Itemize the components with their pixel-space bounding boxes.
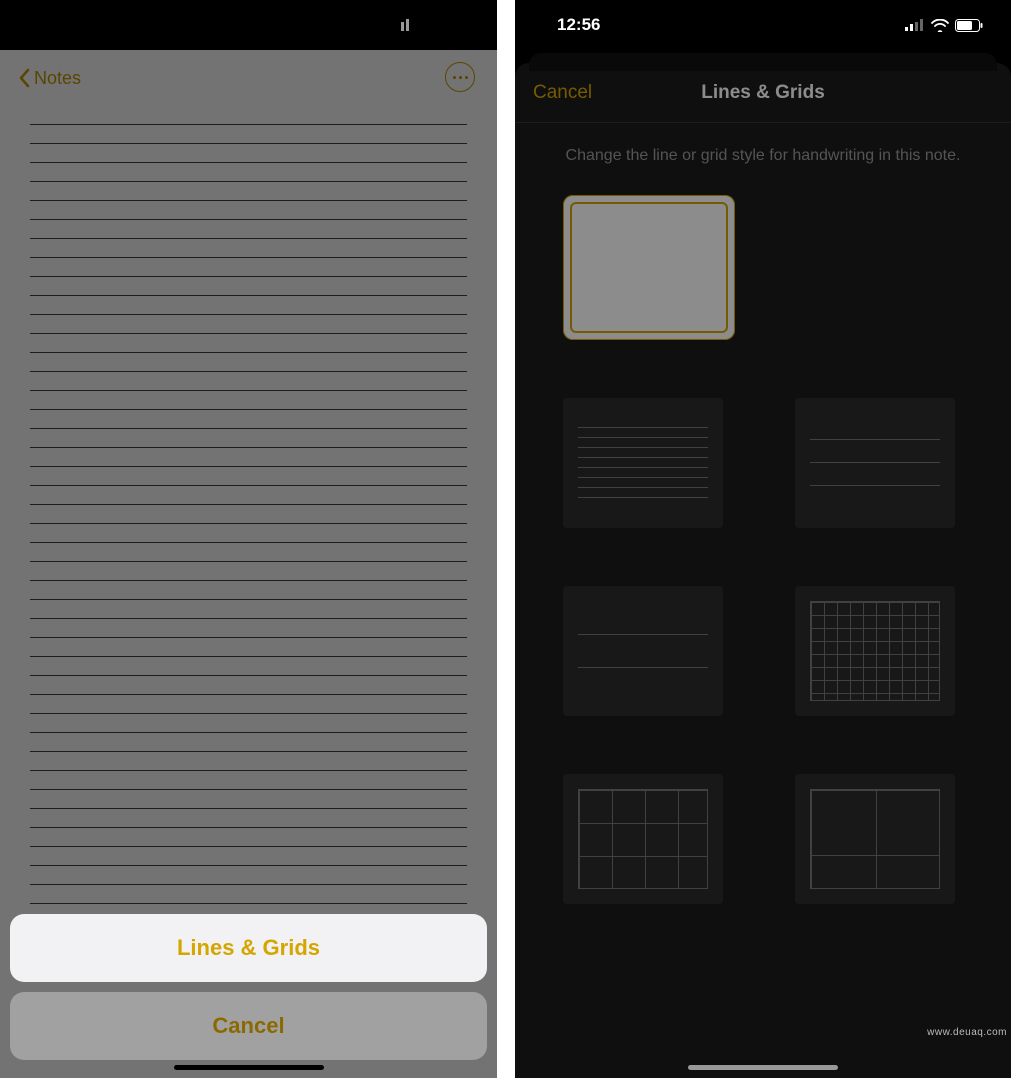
back-button[interactable]: Notes: [18, 68, 81, 89]
home-indicator: [174, 1065, 324, 1070]
status-icons: [391, 19, 469, 32]
lines-medium-preview: [578, 634, 708, 668]
cancel-button[interactable]: Cancel: [10, 992, 487, 1060]
lines-narrow-preview: [578, 427, 708, 498]
option-lines-medium[interactable]: [563, 586, 723, 716]
battery-icon: [441, 19, 469, 32]
option-lines-wide[interactable]: [795, 398, 955, 528]
back-label: Notes: [34, 68, 81, 89]
sheet-description: Change the line or grid style for handwr…: [515, 123, 1011, 195]
signal-icon: [391, 19, 411, 31]
blank-preview: [570, 202, 728, 333]
action-sheet: Lines & Grids Cancel: [10, 914, 487, 1060]
lines-wide-preview: [810, 439, 940, 486]
sheet-title: Lines & Grids: [701, 82, 825, 104]
option-grid-large[interactable]: [795, 774, 955, 904]
home-indicator: [688, 1065, 838, 1070]
grid-medium-preview: [578, 789, 708, 889]
ellipsis-icon: [453, 76, 468, 79]
lines-grids-sheet: Cancel Lines & Grids Change the line or …: [515, 63, 1011, 1078]
sheet-header: Cancel Lines & Grids: [515, 63, 1011, 123]
signal-icon: [905, 19, 925, 31]
battery-icon: [955, 19, 983, 32]
grid-small-preview: [810, 601, 940, 701]
more-button[interactable]: [445, 62, 475, 92]
wifi-icon: [417, 19, 435, 32]
phone-left: Notes 3:32 Lines & Grids Cancel: [0, 0, 497, 1078]
phone-right: 12:56 Cancel Lines & Grids Change the li…: [515, 0, 1011, 1078]
option-blank[interactable]: [563, 195, 735, 340]
status-icons: [905, 19, 983, 32]
grid-options: [515, 195, 1011, 904]
wifi-icon: [931, 19, 949, 32]
chevron-left-icon: [18, 68, 30, 88]
option-grid-medium[interactable]: [563, 774, 723, 904]
status-time: 12:56: [557, 15, 600, 35]
option-grid-small[interactable]: [795, 586, 955, 716]
status-bar-right: 12:56: [515, 0, 1011, 50]
grid-large-preview: [810, 789, 940, 889]
watermark: www.deuaq.com: [927, 1027, 1007, 1038]
lines-and-grids-button[interactable]: Lines & Grids: [10, 914, 487, 982]
option-lines-narrow[interactable]: [563, 398, 723, 528]
status-time: 3:32: [42, 15, 76, 35]
cancel-button[interactable]: Cancel: [533, 82, 592, 104]
nav-bar: Notes: [0, 50, 497, 106]
status-bar-left: 3:32: [0, 0, 497, 50]
